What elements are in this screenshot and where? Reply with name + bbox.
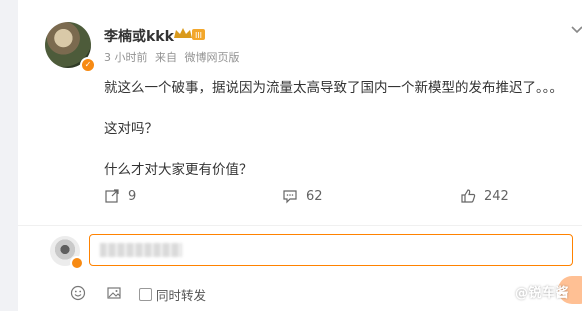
verified-badge-icon: ✓ [80,57,96,73]
repost-button[interactable]: 9 [104,188,136,204]
image-button[interactable] [106,285,122,301]
blurred-comment-text [100,243,182,257]
post-actions: 9 62 242 [18,188,582,208]
post-text-line: 就这么一个破事，据说因为流量太高导致了国内一个新模型的发布推迟了。。。 [104,80,563,96]
post-meta: 3 小时前 来自 微博网页版 [104,49,244,65]
source-prefix: 来自 [155,51,177,64]
thumbs-up-icon [461,189,476,203]
post-source: 微博网页版 [184,51,240,64]
divider [18,225,582,226]
comment-icon [283,190,297,204]
repost-checkbox-label: 同时转发 [156,288,207,303]
emoji-button[interactable] [70,285,86,301]
weibo-post-card: ✓ 李楠或kkk III 3 小时前 来自 微博网页版 就这么一个破事，据说因为… [18,0,582,311]
post-text-line: 什么才对大家更有价值？ [104,162,253,178]
vip-level-label: III [195,31,202,40]
comment-count: 62 [306,188,323,204]
like-button[interactable]: 242 [460,188,509,204]
composer-tools: 同时转发 [18,285,582,305]
emoji-icon [70,285,86,301]
post-body: 就这么一个破事，据说因为流量太高导致了国内一个新模型的发布推迟了。。。 这对吗？… [104,78,574,180]
comment-button[interactable]: 62 [282,188,323,204]
repost-count: 9 [128,188,137,204]
author-name[interactable]: 李楠或kkk [104,26,174,46]
post-text-line: 这对吗？ [104,121,158,137]
like-count: 242 [484,188,509,204]
user-badge-icon [70,256,84,270]
author-avatar[interactable]: ✓ [45,22,96,73]
image-icon [107,287,121,299]
repost-icon [105,189,119,203]
repost-checkbox[interactable]: 同时转发 [139,285,206,304]
checkbox-box[interactable] [139,288,152,301]
vip-crown-icon[interactable]: III [172,26,206,42]
watermark-text: @锐车酱 [515,286,570,301]
post-time[interactable]: 3 小时前 [104,51,148,64]
chevron-down-icon[interactable] [570,22,582,36]
